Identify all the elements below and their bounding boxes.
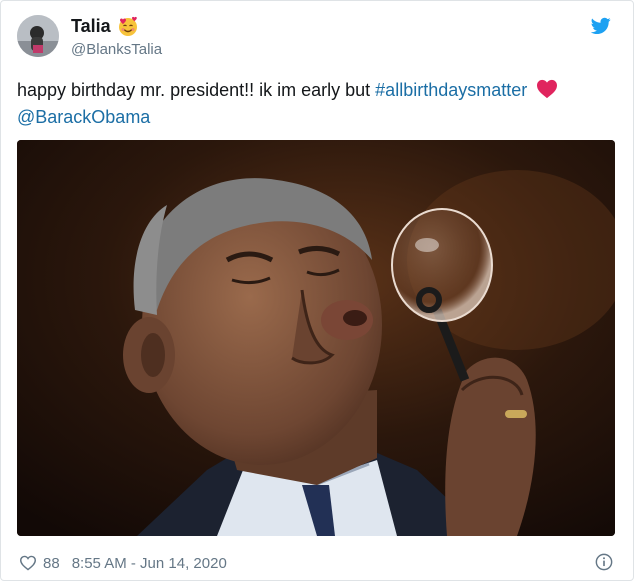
- photo-illustration: [17, 140, 615, 536]
- avatar[interactable]: [17, 15, 59, 57]
- twitter-bird-icon[interactable]: [591, 17, 611, 35]
- author-handle[interactable]: @BlanksTalia: [71, 41, 162, 58]
- mention-link[interactable]: @BarackObama: [17, 107, 150, 127]
- like-count: 88: [43, 554, 60, 572]
- heart-outline-icon[interactable]: [19, 555, 37, 571]
- red-heart-icon: [537, 79, 558, 99]
- author-name-row: Talia: [71, 15, 139, 37]
- smiling-face-with-hearts-icon: [118, 16, 137, 36]
- author-display-name[interactable]: Talia: [71, 16, 111, 37]
- info-icon[interactable]: [595, 553, 613, 571]
- tweet-card: Talia @BlanksTalia happy birthday mr. pr…: [0, 0, 634, 581]
- tweet-text: happy birthday mr. president!! ik im ear…: [17, 77, 617, 131]
- avatar-image: [17, 15, 59, 57]
- tweet-photo[interactable]: [17, 140, 615, 536]
- tweet-text-plain: happy birthday mr. president!! ik im ear…: [17, 80, 376, 100]
- hashtag-link[interactable]: #allbirthdaysmatter: [375, 80, 527, 100]
- tweet-footer: 88 8:55 AM - Jun 14, 2020: [19, 553, 617, 573]
- tweet-timestamp[interactable]: 8:55 AM - Jun 14, 2020: [72, 555, 227, 572]
